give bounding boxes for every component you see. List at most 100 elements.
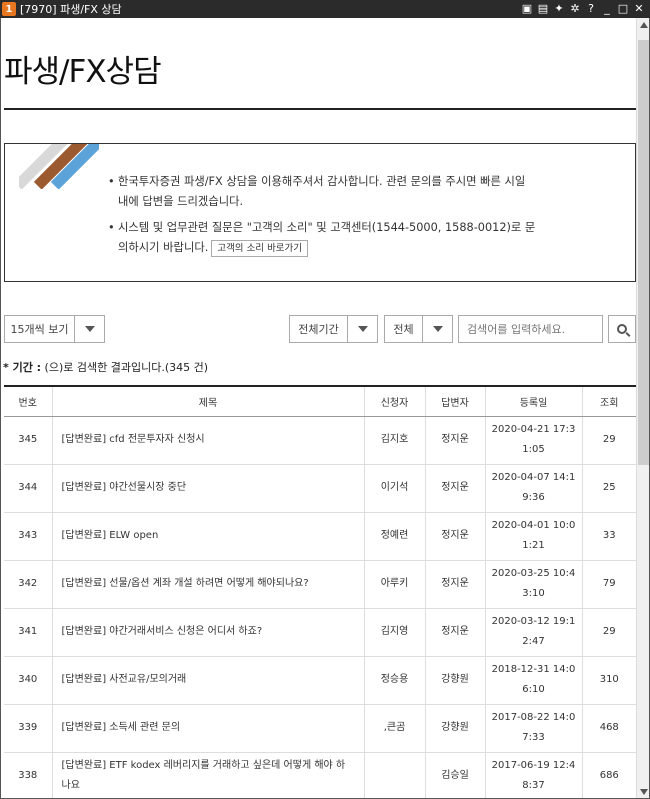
row-applicant: 김지호 — [363, 416, 425, 465]
row-views: 79 — [581, 560, 636, 609]
table-row[interactable]: 341 [답변완료] 야간거래서비스 신청은 어디서 하죠? 김지영 정지운 2020-… — [4, 608, 636, 657]
page-size-select[interactable]: 15개씩 보기 — [4, 315, 105, 343]
row-number: 344 — [4, 464, 52, 513]
row-answerer: 정지운 — [424, 560, 485, 609]
table-row[interactable]: 338 [답변완료] ETF kodex 레버리지를 거래하고 싶은데 어떻게 해… — [4, 752, 636, 798]
row-title-link[interactable]: [답변완료] 야간선물시장 중단 — [51, 464, 364, 513]
vertical-scrollbar[interactable] — [636, 18, 649, 798]
row-title[interactable]: [답변완료] 야간선물시장 중단 — [62, 478, 364, 498]
row-answerer: 정지운 — [424, 416, 485, 465]
row-date-2: 3:10 — [522, 588, 545, 599]
settings-icon[interactable]: ✲ — [568, 2, 582, 16]
scroll-up-icon[interactable] — [640, 22, 648, 28]
row-applicant: 정예련 — [363, 512, 425, 561]
row-title[interactable]: [답변완료] ELW open — [62, 526, 364, 546]
row-applicant — [363, 752, 425, 798]
chevron-down-icon[interactable] — [74, 316, 104, 342]
row-date-2: 1:21 — [522, 540, 545, 551]
table-row[interactable]: 340 [답변완료] 사전교유/모의거래 정승용 강향원 2018-12-31 14:0… — [4, 656, 636, 705]
window-titlebar: 1 [7970] 파생/FX 상담 ▣ ▤ ✦ ✲ ? _ □ ✕ — [0, 0, 650, 18]
row-title-link[interactable]: [답변완료] 사전교유/모의거래 — [51, 656, 364, 705]
row-title[interactable]: [답변완료] 야간거래서비스 신청은 어디서 하죠? — [62, 622, 364, 642]
row-number: 345 — [4, 416, 52, 465]
row-date-1: 2018-12-31 14:0 — [491, 664, 576, 675]
maximize-icon[interactable]: □ — [616, 2, 630, 16]
row-views: 310 — [581, 656, 636, 705]
title-divider — [4, 108, 636, 110]
result-period-label: * 기간 : — [3, 361, 42, 374]
table-row[interactable]: 342 [답변완료] 선물/옵션 계좌 개설 하려면 어떻게 해야되나요? 아루키 정… — [4, 560, 636, 609]
chevron-down-icon[interactable] — [347, 316, 377, 342]
row-number: 343 — [4, 512, 52, 561]
table-row[interactable]: 344 [답변완료] 야간선물시장 중단 이기석 정지운 2020-04-07 14:1… — [4, 464, 636, 513]
table-row[interactable]: 345 [답변완료] cfd 전문투자자 신청시 김지호 정지운 2020-04-21 … — [4, 416, 636, 465]
row-title[interactable]: [답변완료] 사전교유/모의거래 — [62, 670, 364, 690]
row-date: 2017-08-22 14:0 7:33 — [484, 704, 582, 753]
window-title: [7970] 파생/FX 상담 — [20, 3, 122, 16]
window-frame: 파생/FX상담 한국투자증권 파생/FX 상담을 이용해주셔서 감사합니다. 관… — [0, 18, 650, 799]
customer-voice-button[interactable]: 고객의 소리 바로가기 — [211, 239, 309, 257]
row-answerer: 김승일 — [424, 752, 485, 798]
page-content: 파생/FX상담 한국투자증권 파생/FX 상담을 이용해주셔서 감사합니다. 관… — [1, 18, 636, 798]
row-date-2: 9:36 — [522, 492, 545, 503]
scope-select[interactable]: 전체 — [384, 315, 453, 343]
search-controls: 15개씩 보기 전체기간 전체 — [1, 315, 636, 343]
row-date-1: 2017-06-19 12:4 — [491, 760, 576, 771]
row-title-link[interactable]: [답변완료] ETF kodex 레버리지를 거래하고 싶은데 어떻게 해야 하… — [51, 752, 364, 798]
table-row[interactable]: 339 [답변완료] 소득세 관련 문의 ,큰곰 강향원 2017-08-22 14:0… — [4, 704, 636, 753]
scroll-down-icon[interactable] — [640, 789, 648, 795]
row-applicant: ,큰곰 — [363, 704, 425, 753]
row-answerer: 강향원 — [424, 656, 485, 705]
row-number: 341 — [4, 608, 52, 657]
table-row[interactable]: 343 [답변완료] ELW open 정예련 정지운 2020-04-01 10:0 1… — [4, 512, 636, 561]
page-title: 파생/FX상담 — [4, 54, 162, 90]
row-date-2: 2:47 — [522, 636, 545, 647]
row-answerer: 강향원 — [424, 704, 485, 753]
link-icon[interactable]: ✦ — [552, 2, 566, 16]
scope-label: 전체 — [393, 323, 414, 336]
col-answerer: 답변자 — [424, 385, 485, 417]
row-title[interactable]: [답변완료] 선물/옵션 계좌 개설 하려면 어떻게 해야되나요? — [62, 574, 364, 594]
search-button[interactable] — [608, 315, 636, 343]
row-title-link[interactable]: [답변완료] 소득세 관련 문의 — [51, 704, 364, 753]
table-body: 345 [답변완료] cfd 전문투자자 신청시 김지호 정지운 2020-04-21 … — [4, 416, 636, 798]
row-title-link[interactable]: [답변완료] 선물/옵션 계좌 개설 하려면 어떻게 해야되나요? — [51, 560, 364, 609]
row-title-cont[interactable]: 나요 — [62, 776, 364, 796]
minimize-icon[interactable]: _ — [600, 2, 614, 16]
row-answerer: 정지운 — [424, 512, 485, 561]
row-views: 25 — [581, 464, 636, 513]
col-title: 제목 — [51, 385, 364, 417]
chevron-down-icon[interactable] — [422, 316, 452, 342]
search-icon — [617, 324, 627, 334]
result-text: (으)로 검색한 결과입니다.(345 건) — [41, 361, 209, 374]
row-date: 2020-04-07 14:1 9:36 — [484, 464, 582, 513]
scroll-thumb[interactable] — [638, 40, 649, 465]
app-number-badge: 1 — [2, 2, 16, 16]
row-views: 29 — [581, 416, 636, 465]
row-title[interactable]: [답변완료] ETF kodex 레버리지를 거래하고 싶은데 어떻게 해야 하 — [62, 756, 364, 776]
search-input[interactable] — [458, 315, 603, 343]
notice-text-2: 시스템 및 업무관련 질문은 "고객의 소리" 및 고객센터(1544-5000… — [118, 221, 536, 254]
help-icon[interactable]: ? — [584, 2, 598, 16]
row-date-1: 2020-03-12 19:1 — [491, 616, 576, 627]
period-label: 전체기간 — [298, 323, 339, 336]
row-number: 340 — [4, 656, 52, 705]
notice-box: 한국투자증권 파생/FX 상담을 이용해주셔서 감사합니다. 관련 문의를 주시… — [4, 143, 636, 282]
row-date-1: 2020-04-07 14:1 — [491, 472, 576, 483]
period-select[interactable]: 전체기간 — [289, 315, 378, 343]
row-title-link[interactable]: [답변완료] cfd 전문투자자 신청시 — [51, 416, 364, 465]
row-title-link[interactable]: [답변완료] ELW open — [51, 512, 364, 561]
row-views: 686 — [581, 752, 636, 798]
row-title[interactable]: [답변완료] cfd 전문투자자 신청시 — [62, 430, 364, 450]
row-title-link[interactable]: [답변완료] 야간거래서비스 신청은 어디서 하죠? — [51, 608, 364, 657]
row-date: 2020-03-25 10:4 3:10 — [484, 560, 582, 609]
close-icon[interactable]: ✕ — [632, 2, 646, 16]
row-title[interactable]: [답변완료] 소득세 관련 문의 — [62, 718, 364, 738]
pin-icon[interactable]: ▣ — [520, 2, 534, 16]
row-answerer: 정지운 — [424, 464, 485, 513]
row-answerer: 정지운 — [424, 608, 485, 657]
row-number: 339 — [4, 704, 52, 753]
notice-item: 시스템 및 업무관련 질문은 "고객의 소리" 및 고객센터(1544-5000… — [108, 218, 538, 258]
print-icon[interactable]: ▤ — [536, 2, 550, 16]
row-date: 2018-12-31 14:0 6:10 — [484, 656, 582, 705]
